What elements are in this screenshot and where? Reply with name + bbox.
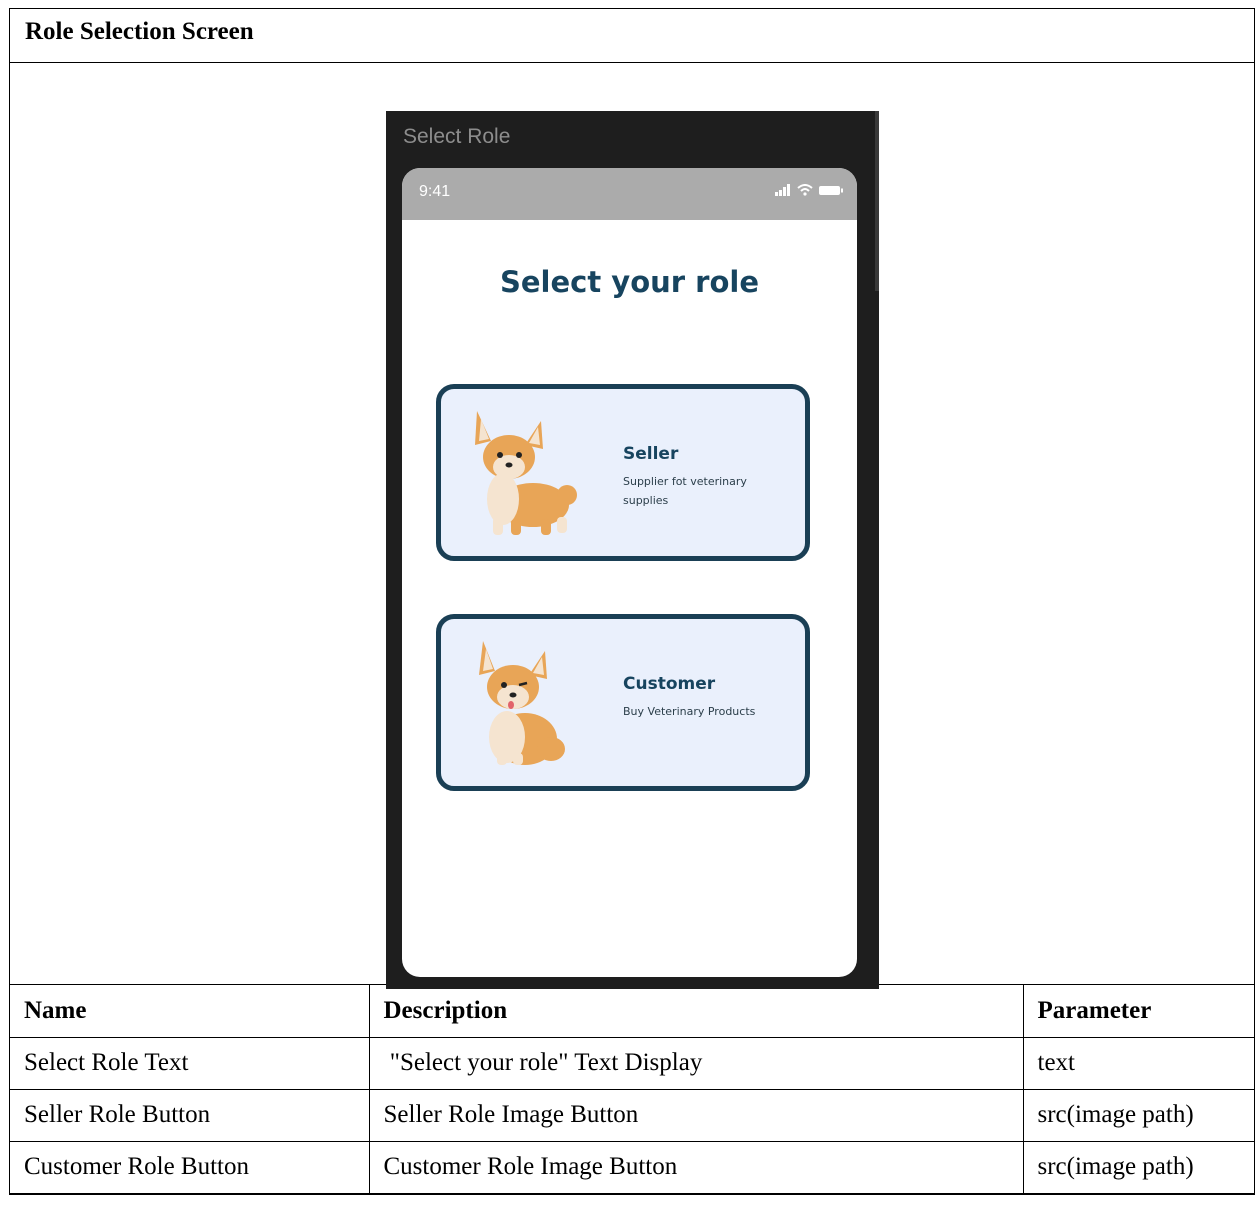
cell-name: Customer Role Button bbox=[10, 1140, 370, 1194]
cell-name: Select Role Text bbox=[10, 1036, 370, 1090]
phone-screen: 9:41 Select your role Seller Supplier fo… bbox=[402, 168, 857, 977]
section-title: Role Selection Screen bbox=[10, 9, 1254, 63]
mockup-scrollbar bbox=[875, 111, 879, 291]
cell-name: Seller Role Button bbox=[10, 1088, 370, 1142]
table-row: Select Role Text "Select your role" Text… bbox=[10, 1036, 1254, 1090]
signal-icon bbox=[775, 184, 790, 196]
cell-parameter: src(image path) bbox=[1022, 1088, 1254, 1142]
table-row: Customer Role Button Customer Role Image… bbox=[10, 1140, 1254, 1194]
status-time: 9:41 bbox=[419, 183, 451, 200]
mockup-window-title: Select Role bbox=[403, 125, 511, 148]
cell-parameter: text bbox=[1022, 1036, 1254, 1090]
customer-role-description: Buy Veterinary Products bbox=[623, 705, 756, 718]
corgi-sitting-icon bbox=[479, 641, 565, 765]
wifi-icon bbox=[797, 184, 813, 196]
document-table: Role Selection Screen Select Role 9:41 S… bbox=[9, 8, 1255, 1195]
seller-role-description: Supplier fot veterinary supplies bbox=[623, 475, 747, 507]
customer-role-button[interactable]: Customer Buy Veterinary Products bbox=[436, 614, 810, 791]
table-header-row: Name Description Parameter bbox=[10, 985, 1254, 1038]
select-role-heading: Select your role bbox=[499, 265, 760, 299]
status-icons bbox=[775, 184, 843, 196]
cell-description: Customer Role Image Button bbox=[368, 1140, 1024, 1194]
status-bar: 9:41 bbox=[402, 168, 857, 220]
corgi-standing-icon bbox=[475, 411, 577, 535]
seller-role-label: Seller bbox=[623, 444, 679, 464]
header-description: Description bbox=[368, 985, 1024, 1038]
seller-role-button[interactable]: Seller Supplier fot veterinary supplies bbox=[436, 384, 810, 561]
table-row: Seller Role Button Seller Role Image But… bbox=[10, 1088, 1254, 1142]
customer-role-label: Customer bbox=[623, 674, 716, 694]
cell-description: "Select your role" Text Display bbox=[368, 1036, 1024, 1090]
property-table: Name Description Parameter Select Role T… bbox=[10, 985, 1254, 1194]
cell-description: Seller Role Image Button bbox=[368, 1088, 1024, 1142]
mockup-screenshot: Select Role 9:41 Select your role Seller… bbox=[386, 111, 879, 989]
battery-icon bbox=[819, 185, 843, 195]
mockup-row: Select Role 9:41 Select your role Seller… bbox=[10, 63, 1254, 989]
header-parameter: Parameter bbox=[1022, 985, 1254, 1038]
cell-parameter: src(image path) bbox=[1022, 1140, 1254, 1194]
header-name: Name bbox=[10, 985, 370, 1038]
